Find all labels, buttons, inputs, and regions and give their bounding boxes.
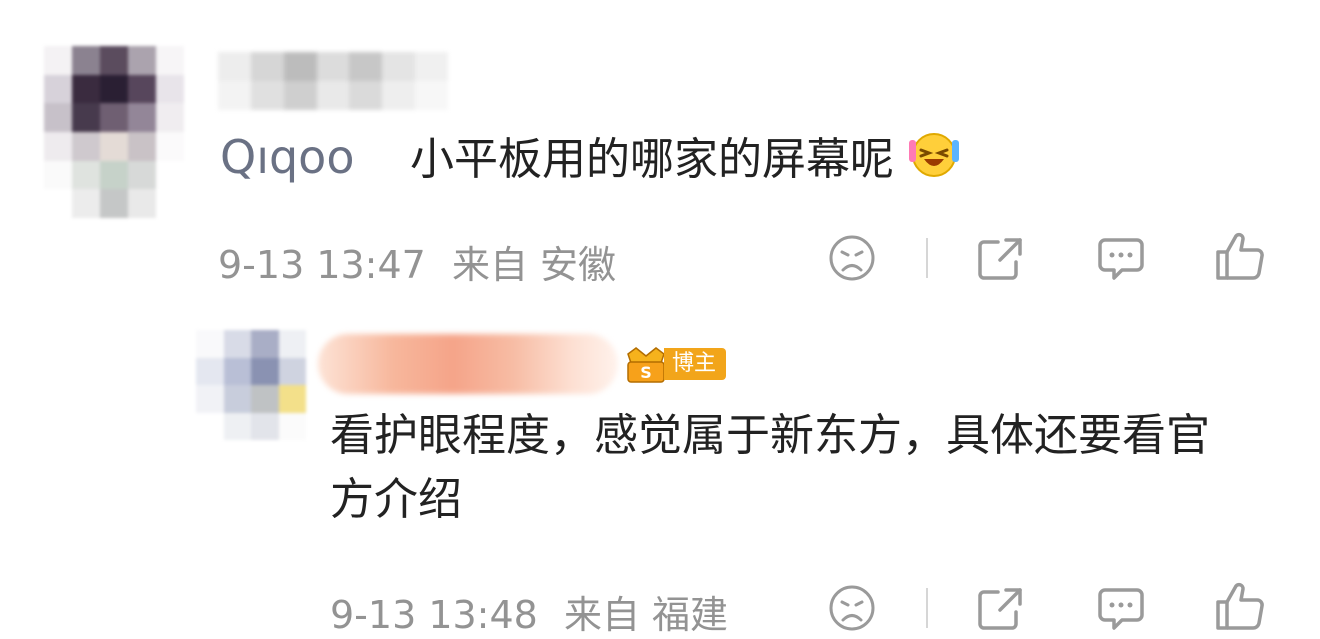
reply-icon[interactable] — [1096, 584, 1146, 632]
comment-text-content: 小平板用的哪家的屏幕呢 — [410, 134, 894, 185]
laugh-cry-emoji-icon — [909, 133, 959, 177]
blogger-badge-label: 博主 — [664, 348, 727, 380]
svg-text:S: S — [640, 363, 652, 382]
share-icon[interactable] — [976, 234, 1026, 282]
comment-text: 看护眼程度，感觉属于新东方，具体还要看官方介绍 — [330, 404, 1250, 532]
like-icon[interactable] — [1214, 230, 1266, 282]
comment-text: 小平板用的哪家的屏幕呢 — [410, 128, 960, 190]
action-separator — [926, 588, 928, 628]
dislike-icon[interactable] — [828, 584, 876, 632]
blogger-badge: S 博主 — [622, 346, 727, 383]
comment-text-content: 看护眼程度，感觉属于新东方，具体还要看官方介绍 — [330, 410, 1210, 525]
username-redacted[interactable] — [218, 52, 448, 110]
reply-icon[interactable] — [1096, 234, 1146, 282]
dislike-icon[interactable] — [828, 234, 876, 282]
comment-location: 来自 福建 — [563, 593, 729, 637]
crown-level-icon: S — [627, 347, 665, 383]
action-separator — [926, 238, 928, 278]
comment-meta: 9-13 13:48 来自 福建 — [330, 584, 728, 639]
share-icon[interactable] — [976, 584, 1026, 632]
device-tag: Qıqoo — [220, 130, 354, 184]
device-tag-label: Qıqoo — [220, 130, 355, 184]
comment-location: 来自 安徽 — [451, 243, 617, 287]
username-redacted[interactable] — [318, 334, 618, 394]
avatar[interactable] — [196, 330, 306, 440]
comment-time: 9-13 13:48 — [330, 593, 538, 637]
like-icon[interactable] — [1214, 580, 1266, 632]
comment-time: 9-13 13:47 — [218, 243, 426, 287]
avatar[interactable] — [44, 46, 184, 218]
comment-meta: 9-13 13:47 来自 安徽 — [218, 234, 616, 289]
